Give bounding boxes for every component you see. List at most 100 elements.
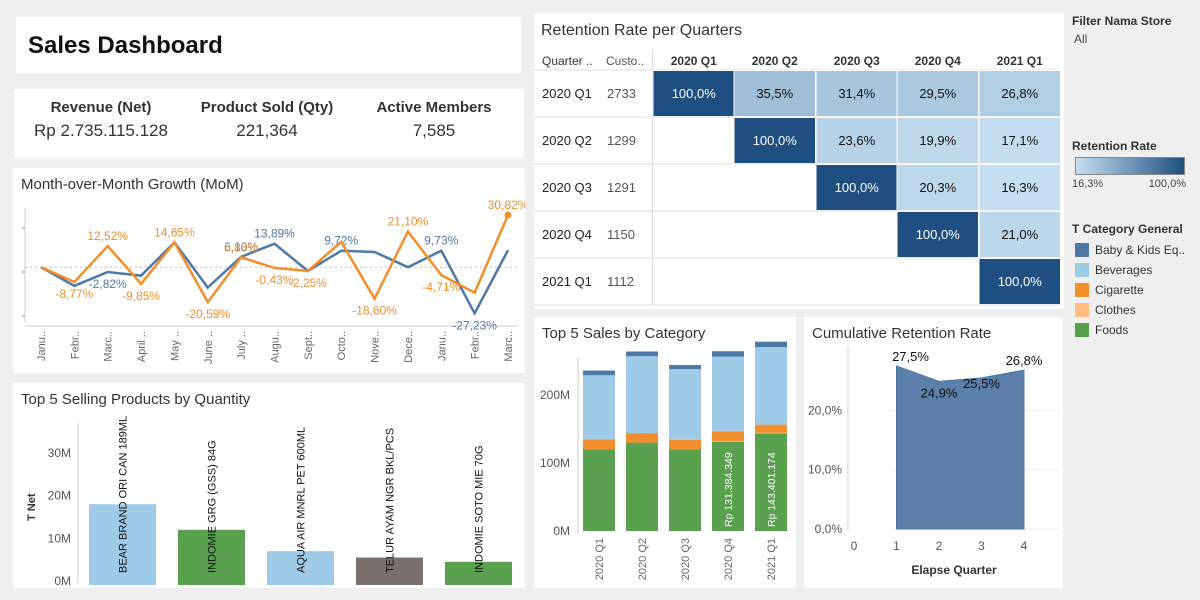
- data-label: -20,59%: [185, 307, 230, 321]
- retention-value: 35,5%: [756, 86, 793, 101]
- kpi-value: Rp 2.735.115.128: [34, 121, 168, 140]
- data-label: -4,71%: [422, 280, 460, 294]
- legend-label: Baby & Kids Eq..: [1095, 243, 1186, 257]
- stacked-segment: [712, 440, 744, 442]
- data-label: 25,5%: [963, 376, 1000, 391]
- row-label: 2020 Q3: [542, 180, 592, 195]
- stacked-segment: [583, 439, 615, 450]
- data-label: 13,89%: [254, 227, 295, 241]
- x-tick-label: Febr..: [69, 331, 81, 359]
- bar-label: INDOMIE GRG (GSS) 84G: [207, 440, 219, 573]
- store-filter[interactable]: Filter Nama Store All: [1072, 14, 1197, 46]
- stacked-segment: [712, 431, 744, 441]
- stacked-segment: [583, 449, 615, 531]
- stacked-segment: [712, 356, 744, 432]
- data-label: 14,65%: [154, 225, 195, 239]
- column-header: 2020 Q2: [752, 54, 798, 68]
- legend-item[interactable]: Baby & Kids Eq..: [1072, 240, 1197, 260]
- stacked-segment: [669, 449, 701, 531]
- retention-value: 100,0%: [835, 180, 880, 195]
- y-tick-label: 10,0%: [808, 463, 842, 477]
- mom-chart[interactable]: -2,82%6,10%13,89%9,72% 9,73%-27,23%-8,77%…: [13, 168, 525, 373]
- cumulative-retention-chart[interactable]: 0,0%10,0%20,0%27,5%24,9%25,5%26,8%012345…: [804, 317, 1063, 588]
- data-label: Rp 131.384.349: [723, 452, 735, 527]
- row-label: 2020 Q2: [542, 133, 592, 148]
- y-tick-label: 100M: [540, 456, 570, 470]
- stacked-segment: [626, 351, 658, 357]
- customer-count: 1291: [607, 180, 636, 195]
- column-header: 2020 Q3: [834, 54, 880, 68]
- retention-table-panel[interactable]: Retention Rate per Quarters Quarter .. Cu…: [534, 13, 1064, 309]
- cumulative-retention-panel[interactable]: Cumulative Retention Rate 0,0% 10,0% 20,0%…: [804, 317, 1063, 588]
- retention-table[interactable]: Quarter .. Custo.. 2020 Q1 2020 Q2 2020 Q3 20…: [534, 13, 1064, 309]
- stacked-segment: [755, 432, 787, 434]
- stacked-segment: [626, 433, 658, 443]
- top-products-chart[interactable]: 0M 10M 20M 30M T Net BEAR BRAND ORI CAN 189ML…: [13, 383, 525, 588]
- x-tick-label: Nove..: [370, 331, 382, 363]
- y-tick-label: 20M: [48, 489, 71, 503]
- x-axis-label: Elapse Quarter: [911, 563, 997, 577]
- retention-value: 29,5%: [919, 86, 956, 101]
- x-tick-label: Marc..: [503, 331, 515, 362]
- legend-max: 100,0%: [1148, 178, 1186, 190]
- x-tick-label: 4: [1021, 539, 1028, 553]
- x-tick-label: July ..: [236, 331, 248, 360]
- kpi-product-sold[interactable]: Product Sold (Qty) 221,364: [182, 99, 352, 141]
- data-label: 12,52%: [87, 229, 128, 243]
- y-tick-label: 10M: [48, 531, 71, 545]
- x-tick-label: 2020 Q1: [594, 538, 606, 580]
- retention-gradient: [1075, 157, 1185, 175]
- kpi-value: 221,364: [236, 121, 298, 140]
- top-products-panel[interactable]: Top 5 Selling Products by Quantity 0M 10M…: [13, 383, 525, 588]
- row-label: 2020 Q4: [542, 227, 592, 242]
- kpi-revenue[interactable]: Revenue (Net) Rp 2.735.115.128: [16, 99, 186, 141]
- data-label: 30,82%: [488, 198, 525, 212]
- area-fill: [896, 365, 1025, 530]
- retention-value: 31,4%: [838, 86, 875, 101]
- x-tick-label: Janu..: [436, 331, 448, 361]
- stacked-segment: [755, 424, 787, 433]
- stacked-segment: [669, 439, 701, 450]
- stacked-segment: [626, 442, 658, 531]
- mom-chart-panel[interactable]: Month-over-Month Growth (MoM) -2,82% 6,10…: [13, 168, 525, 373]
- sales-category-panel[interactable]: Top 5 Sales by Category 0M 100M 200M 2020 Q…: [534, 317, 796, 588]
- filter-value[interactable]: All: [1074, 32, 1197, 46]
- sales-category-chart[interactable]: 0M 100M 200M 2020 Q1 2020 Q2 2020 Q3 Rp 131.38…: [534, 317, 796, 588]
- legend-swatch: [1075, 303, 1089, 317]
- kpi-label: Active Members: [376, 99, 492, 116]
- stacked-segment: [712, 351, 744, 357]
- legend-min: 16,3%: [1072, 178, 1104, 190]
- stacked-segment: [583, 375, 615, 440]
- legend-swatch: [1075, 263, 1089, 277]
- page-title: Sales Dashboard: [28, 32, 223, 59]
- data-label: Rp 143.401.174: [766, 452, 778, 527]
- x-tick-label: Janu..: [36, 331, 48, 361]
- customer-count: 2733: [607, 86, 636, 101]
- legend-item[interactable]: Clothes: [1072, 300, 1197, 320]
- x-tick-label: Sept..: [303, 331, 315, 360]
- column-header: 2021 Q1: [997, 54, 1043, 68]
- x-tick-label: 3: [978, 539, 985, 553]
- bar-label: TELUR AYAM NGR BKL/PCS: [385, 428, 397, 573]
- category-legend: T Category General Baby & Kids Eq.. Bever…: [1072, 222, 1197, 340]
- x-tick-label: 0: [851, 539, 858, 553]
- legend-item[interactable]: Beverages: [1072, 260, 1197, 280]
- title-panel: Sales Dashboard: [16, 17, 521, 73]
- legend-item[interactable]: Foods: [1072, 320, 1197, 340]
- legend-item[interactable]: Cigarette: [1072, 280, 1197, 300]
- y-axis-label: T Net: [26, 493, 38, 521]
- retention-value: 100,0%: [916, 227, 961, 242]
- x-tick-label: 1: [893, 539, 900, 553]
- data-label: 24,9%: [921, 385, 958, 400]
- y-tick-label: 200M: [540, 388, 570, 402]
- y-tick-label: 0M: [54, 574, 71, 588]
- row-label: 2020 Q1: [542, 86, 592, 101]
- x-tick-label: 2: [936, 539, 943, 553]
- kpi-active-members[interactable]: Active Members 7,585: [349, 99, 519, 141]
- count-header: Custo..: [606, 54, 644, 68]
- retention-value: 20,3%: [919, 180, 956, 195]
- stacked-segment: [755, 347, 787, 425]
- retention-value: 26,8%: [1001, 86, 1038, 101]
- legend-label: Clothes: [1095, 303, 1136, 317]
- row-label: 2021 Q1: [542, 274, 592, 289]
